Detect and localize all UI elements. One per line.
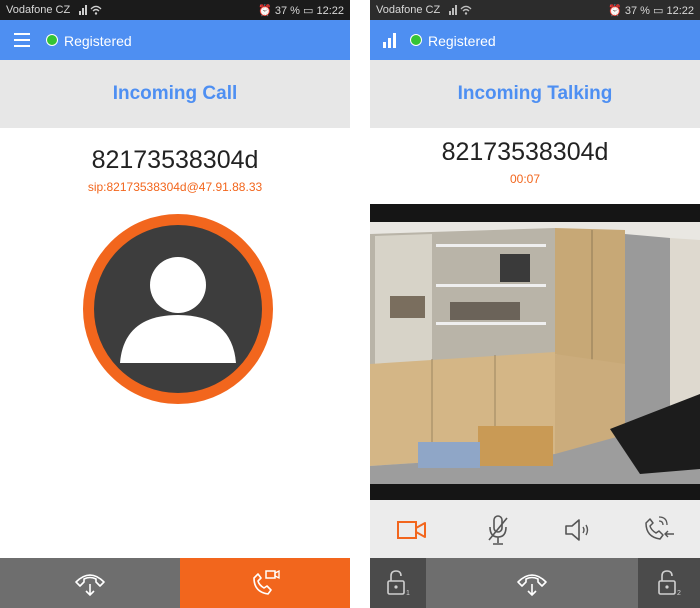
registered-status-dot xyxy=(410,34,422,46)
video-stream xyxy=(370,204,700,500)
clock: 12:22 xyxy=(316,5,344,17)
hangup-icon xyxy=(75,574,105,597)
speaker-button[interactable] xyxy=(560,512,596,548)
signal-wifi-icon xyxy=(79,5,102,15)
clock: 12:22 xyxy=(666,5,694,17)
unlock-1-icon: 1 xyxy=(387,570,410,597)
decline-button[interactable] xyxy=(0,558,180,608)
call-actions-bar: 1 2 xyxy=(370,558,700,608)
registered-status-dot xyxy=(46,34,58,46)
unlock-1-button[interactable]: 1 xyxy=(370,558,426,608)
answer-video-button[interactable] xyxy=(180,558,350,608)
alarm-icon: ⏰ xyxy=(258,5,272,17)
person-icon xyxy=(120,257,236,363)
battery-level: 37 % xyxy=(274,5,300,17)
battery-icon: ▭ xyxy=(653,5,664,17)
title-bar: Incoming Call xyxy=(0,60,350,128)
transfer-button[interactable] xyxy=(640,512,676,548)
speaker-icon xyxy=(565,519,589,541)
title-bar: Incoming Talking xyxy=(370,60,700,128)
call-actions-bar xyxy=(0,558,350,608)
video-toggle-button[interactable] xyxy=(394,512,430,548)
battery-level: 37 % xyxy=(624,5,650,17)
status-right: ⏰ 37 % ▭ 12:22 xyxy=(608,4,694,17)
battery-icon: ▭ xyxy=(303,5,314,17)
page-title: Incoming Call xyxy=(112,83,238,104)
hangup-icon xyxy=(517,574,547,597)
svg-text:2: 2 xyxy=(677,590,681,597)
incoming-talking-screen: Vodafone CZ ⏰ 37 % ▭ 12:22 Registered In… xyxy=(370,0,700,608)
caller-number: 82173538304d xyxy=(441,138,609,166)
alarm-icon: ⏰ xyxy=(608,5,622,17)
call-duration: 00:07 xyxy=(509,172,541,186)
registration-status: Registered xyxy=(64,33,132,49)
call-controls xyxy=(370,500,700,558)
status-bar: Vodafone CZ ⏰ 37 % ▭ 12:22 xyxy=(0,0,350,20)
caller-avatar xyxy=(83,214,273,404)
status-bar: Vodafone CZ ⏰ 37 % ▭ 12:22 xyxy=(370,0,700,20)
signal-wifi-icon xyxy=(449,5,472,15)
svg-text:1: 1 xyxy=(406,590,410,597)
carrier-name: Vodafone CZ xyxy=(376,4,441,16)
mute-button[interactable] xyxy=(480,512,516,548)
incoming-call-screen: Vodafone CZ ⏰ 37 % ▭ 12:22 Registered In… xyxy=(0,0,350,608)
call-transfer-icon xyxy=(645,516,674,540)
unlock-2-icon: 2 xyxy=(658,570,681,597)
video-camera-icon xyxy=(397,521,426,539)
hangup-button[interactable] xyxy=(426,558,638,608)
unlock-2-button[interactable]: 2 xyxy=(638,558,700,608)
menu-icon[interactable] xyxy=(14,33,30,47)
caller-sip-uri: sip:82173538304d@47.91.88.33 xyxy=(87,180,263,194)
page-title: Incoming Talking xyxy=(457,83,613,104)
camera-feed-image xyxy=(370,204,700,500)
caller-number: 82173538304d xyxy=(91,146,259,174)
signal-strength-icon xyxy=(383,33,396,48)
registration-status: Registered xyxy=(428,33,496,49)
mute-microphone-icon xyxy=(488,515,508,545)
app-bar: Registered xyxy=(0,20,350,60)
carrier-name: Vodafone CZ xyxy=(6,4,71,16)
status-right: ⏰ 37 % ▭ 12:22 xyxy=(258,4,344,17)
app-bar: Registered xyxy=(370,20,700,60)
video-call-icon xyxy=(253,569,280,595)
